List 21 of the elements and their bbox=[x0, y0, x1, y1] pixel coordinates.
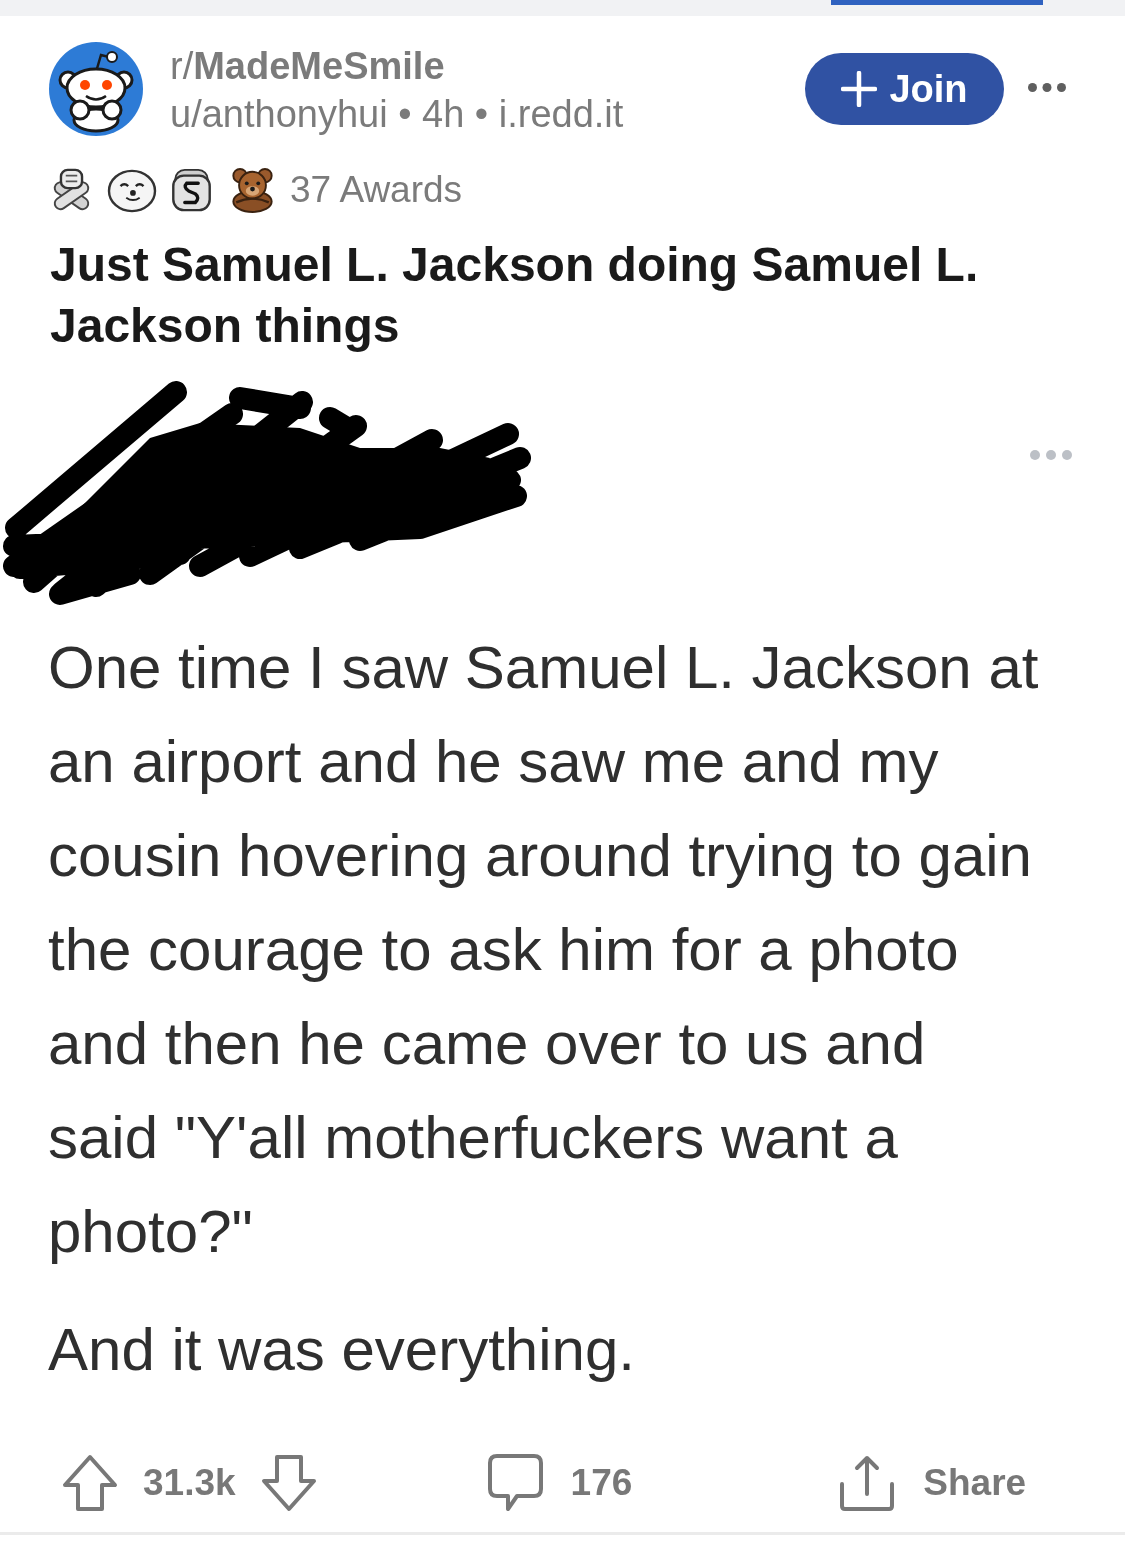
post-meta: u/anthonyhui • 4h • i.redd.it bbox=[170, 92, 624, 137]
subreddit-avatar-icon bbox=[49, 42, 143, 136]
coin-stack-award-icon bbox=[170, 167, 213, 213]
more-options-icon[interactable] bbox=[1028, 83, 1066, 92]
awards-count[interactable]: 37 Awards bbox=[290, 166, 463, 214]
comments-button[interactable]: 176 bbox=[486, 1453, 633, 1513]
share-icon bbox=[838, 1454, 897, 1512]
more-dots-icon[interactable] bbox=[1030, 450, 1072, 460]
comment-icon bbox=[486, 1453, 544, 1513]
join-button[interactable]: Join bbox=[805, 53, 1004, 125]
smiling-seal-award-icon bbox=[107, 167, 157, 213]
share-button[interactable]: Share bbox=[838, 1454, 1027, 1512]
quote-paragraph: And it was everything. bbox=[48, 1315, 635, 1385]
plus-icon bbox=[841, 71, 878, 107]
quote-paragraph: One time I saw Samuel L. Jackson at an airport and he saw me and my cousin hovering around trying to gain the courage to ask him for a photo and then he came over to us and said "Y'all motherfuckers want a photo?" bbox=[48, 633, 1039, 1267]
bear-award-icon bbox=[230, 167, 275, 213]
subreddit-name[interactable]: r/MadeMeSmile bbox=[170, 42, 624, 90]
down-arrow-icon[interactable] bbox=[260, 1454, 317, 1512]
vote-score: 31.3k bbox=[143, 1461, 236, 1506]
up-arrow-icon[interactable] bbox=[62, 1454, 118, 1512]
post-title: Just Samuel L. Jackson doing Samuel L. Jackson things bbox=[49, 237, 980, 354]
